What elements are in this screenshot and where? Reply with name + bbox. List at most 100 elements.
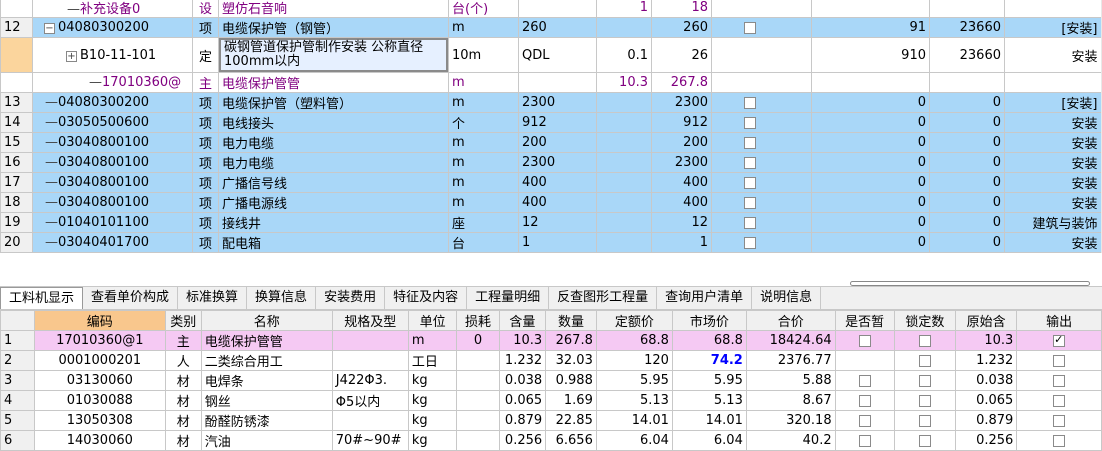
resource-code-cell[interactable]: 0001000201 (34, 351, 165, 371)
bill-quantity-expr-cell[interactable]: 200 (519, 133, 597, 153)
tab-9[interactable]: 查询用户清单 (657, 287, 752, 309)
bill-content-cell[interactable]: 1 (597, 0, 652, 18)
bill-row[interactable]: 19—01040101100项接线井座121200建筑与装饰 (1, 213, 1102, 233)
bill-specialty-cell[interactable]: [安装] (1005, 93, 1102, 113)
bill-row[interactable]: 17—03040800100项广播信号线m40040000安装 (1, 173, 1102, 193)
resource-loss-cell[interactable] (457, 371, 499, 391)
resource-code-cell[interactable]: 01030088 (34, 391, 165, 411)
provisional-flag-cell[interactable] (835, 351, 894, 371)
column-header[interactable]: 含量 (499, 311, 545, 331)
resource-quantity-cell[interactable]: 267.8 (546, 331, 597, 351)
bill-code-cell[interactable]: —03040800100 (33, 133, 193, 153)
column-header[interactable]: 编码 (34, 311, 165, 331)
tab-2[interactable]: 查看单价构成 (83, 287, 178, 309)
output-flag-cell[interactable] (1017, 351, 1102, 371)
bill-code-cell[interactable]: −04080300200 (33, 18, 193, 38)
bill-specialty-cell[interactable]: 安装 (1005, 38, 1102, 73)
resource-content-cell[interactable]: 0.879 (499, 411, 545, 431)
resource-name-cell[interactable]: 电缆保护管管 (201, 331, 332, 351)
bill-name-cell[interactable]: 接线井 (219, 213, 449, 233)
bill-name-cell[interactable]: 电力电缆 (219, 133, 449, 153)
bill-content-cell[interactable] (597, 133, 652, 153)
bill-specialty-cell[interactable]: 安装 (1005, 153, 1102, 173)
bill-content-cell[interactable]: 0.1 (597, 38, 652, 73)
bill-quantity-cell[interactable]: 267.8 (652, 73, 712, 93)
lock-quantity-cell[interactable] (894, 411, 955, 431)
column-header[interactable]: 单位 (408, 311, 457, 331)
bill-total-price-cell[interactable]: 0 (930, 113, 1005, 133)
output-checkbox[interactable] (1053, 375, 1065, 387)
output-checkbox[interactable] (1053, 415, 1065, 427)
bill-flag-cell[interactable] (712, 173, 812, 193)
bill-quantity-expr-cell[interactable]: 12 (519, 213, 597, 233)
lock-checkbox[interactable] (919, 415, 931, 427)
resource-unit-cell[interactable]: 工日 (408, 351, 457, 371)
bill-type-cell[interactable]: 定 (193, 38, 219, 73)
bill-content-cell[interactable] (597, 233, 652, 253)
resource-base-price-cell[interactable]: 5.95 (596, 371, 672, 391)
bill-content-cell[interactable] (597, 153, 652, 173)
bill-unit-price-cell[interactable]: 910 (812, 38, 930, 73)
provisional-checkbox[interactable] (859, 415, 871, 427)
resource-type-cell[interactable]: 主 (165, 331, 201, 351)
bill-quantity-cell[interactable]: 400 (652, 173, 712, 193)
column-header[interactable]: 市场价 (672, 311, 746, 331)
bill-unit-cell[interactable]: m (449, 173, 519, 193)
resource-code-cell[interactable]: 03130060 (34, 371, 165, 391)
column-header[interactable]: 类别 (165, 311, 201, 331)
bill-unit-price-cell[interactable]: 0 (812, 213, 930, 233)
bill-name-cell[interactable]: 电缆保护管管 (219, 73, 449, 93)
bill-row[interactable]: 12−04080300200项电缆保护管（钢管）m2602609123660[安… (1, 18, 1102, 38)
bill-total-price-cell[interactable]: 23660 (930, 18, 1005, 38)
bill-flag-checkbox[interactable] (744, 117, 756, 129)
resource-loss-cell[interactable] (457, 351, 499, 371)
provisional-checkbox[interactable] (859, 335, 871, 347)
bill-code-cell[interactable]: —03040800100 (33, 153, 193, 173)
bill-row[interactable]: 13—04080300200项电缆保护管（塑料管）m2300230000[安装] (1, 93, 1102, 113)
lock-quantity-cell[interactable] (894, 331, 955, 351)
bill-code-cell[interactable]: —17010360@ (33, 73, 193, 93)
bill-content-cell[interactable] (597, 113, 652, 133)
resource-quantity-cell[interactable]: 0.988 (546, 371, 597, 391)
bill-unit-price-cell[interactable]: 0 (812, 153, 930, 173)
bill-code-cell[interactable]: —03040800100 (33, 173, 193, 193)
bill-flag-cell[interactable] (712, 18, 812, 38)
bill-unit-cell[interactable]: m (449, 93, 519, 113)
resource-total-cell[interactable]: 8.67 (746, 391, 835, 411)
resource-market-price-cell[interactable]: 5.95 (672, 371, 746, 391)
bill-row[interactable]: 14—03050500600项电线接头个91291200安装 (1, 113, 1102, 133)
output-flag-cell[interactable] (1017, 411, 1102, 431)
bill-content-cell[interactable]: 10.3 (597, 73, 652, 93)
lock-quantity-cell[interactable] (894, 351, 955, 371)
bill-flag-checkbox[interactable] (744, 217, 756, 229)
bill-grid[interactable]: —补充设备0设塑仿石音响台(个)11812−04080300200项电缆保护管（… (0, 0, 1102, 253)
tab-3[interactable]: 标准换算 (178, 287, 247, 309)
resource-total-cell[interactable]: 320.18 (746, 411, 835, 431)
bill-quantity-expr-cell[interactable]: 1 (519, 233, 597, 253)
bill-unit-cell[interactable]: m (449, 133, 519, 153)
resource-content-cell[interactable]: 10.3 (499, 331, 545, 351)
bill-flag-cell[interactable] (712, 0, 812, 18)
resource-base-price-cell[interactable]: 14.01 (596, 411, 672, 431)
column-header[interactable]: 规格及型 (332, 311, 408, 331)
bill-name-cell[interactable]: 电缆保护管（钢管） (219, 18, 449, 38)
bill-content-cell[interactable] (597, 213, 652, 233)
bill-total-price-cell[interactable] (930, 73, 1005, 93)
resource-code-cell[interactable]: 17010360@1 (34, 331, 165, 351)
bill-flag-cell[interactable] (712, 193, 812, 213)
bill-total-price-cell[interactable]: 0 (930, 213, 1005, 233)
provisional-flag-cell[interactable] (835, 331, 894, 351)
bill-flag-checkbox[interactable] (744, 177, 756, 189)
bill-name-cell[interactable]: 碳钢管道保护管制作安装 公称直径100mm以内 (219, 38, 449, 73)
resource-row[interactable]: 20001000201人二类综合用工工日1.23232.0312074.2237… (1, 351, 1102, 371)
bill-unit-cell[interactable]: 10m (449, 38, 519, 73)
bill-quantity-cell[interactable]: 26 (652, 38, 712, 73)
bill-code-cell[interactable]: —03050500600 (33, 113, 193, 133)
resource-spec-cell[interactable] (332, 331, 408, 351)
tab-5[interactable]: 安装费用 (316, 287, 385, 309)
bill-specialty-cell[interactable]: 安装 (1005, 173, 1102, 193)
tab-10[interactable]: 说明信息 (752, 287, 821, 309)
provisional-flag-cell[interactable] (835, 371, 894, 391)
bill-flag-checkbox[interactable] (744, 137, 756, 149)
bill-flag-cell[interactable] (712, 153, 812, 173)
